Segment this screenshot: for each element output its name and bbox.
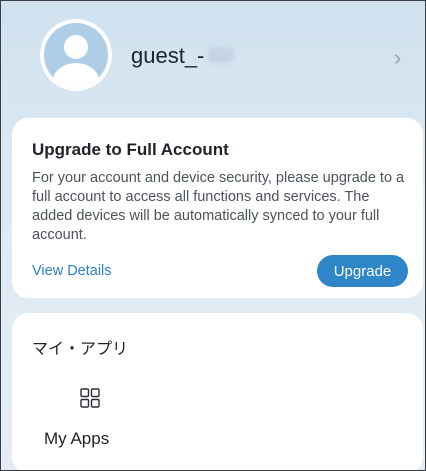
my-apps-item[interactable]: My Apps [32,383,132,453]
upgrade-title: Upgrade to Full Account [32,140,229,159]
my-apps-label: My Apps [44,429,110,448]
upgrade-button[interactable]: Upgrade [317,255,408,287]
upgrade-card: Upgrade to Full Account For your account… [12,118,423,298]
avatar[interactable] [40,19,112,91]
profile-header[interactable]: guest_- › [1,1,425,97]
avatar-body [53,63,99,87]
upgrade-description: For your account and device security, pl… [32,170,405,243]
username: guest_- [131,43,205,68]
grid-icon [80,388,100,408]
avatar-head [64,35,88,59]
view-details-link[interactable]: View Details [32,263,112,279]
user-icon [44,23,108,87]
apps-section-title: マイ・アプリ [32,341,129,358]
app-frame: guest_- › Upgrade to Full Account For yo… [0,0,426,471]
username-redacted [208,47,234,63]
chevron-right-icon[interactable]: › [394,45,401,71]
my-apps-card: マイ・アプリ My Apps [12,313,423,470]
